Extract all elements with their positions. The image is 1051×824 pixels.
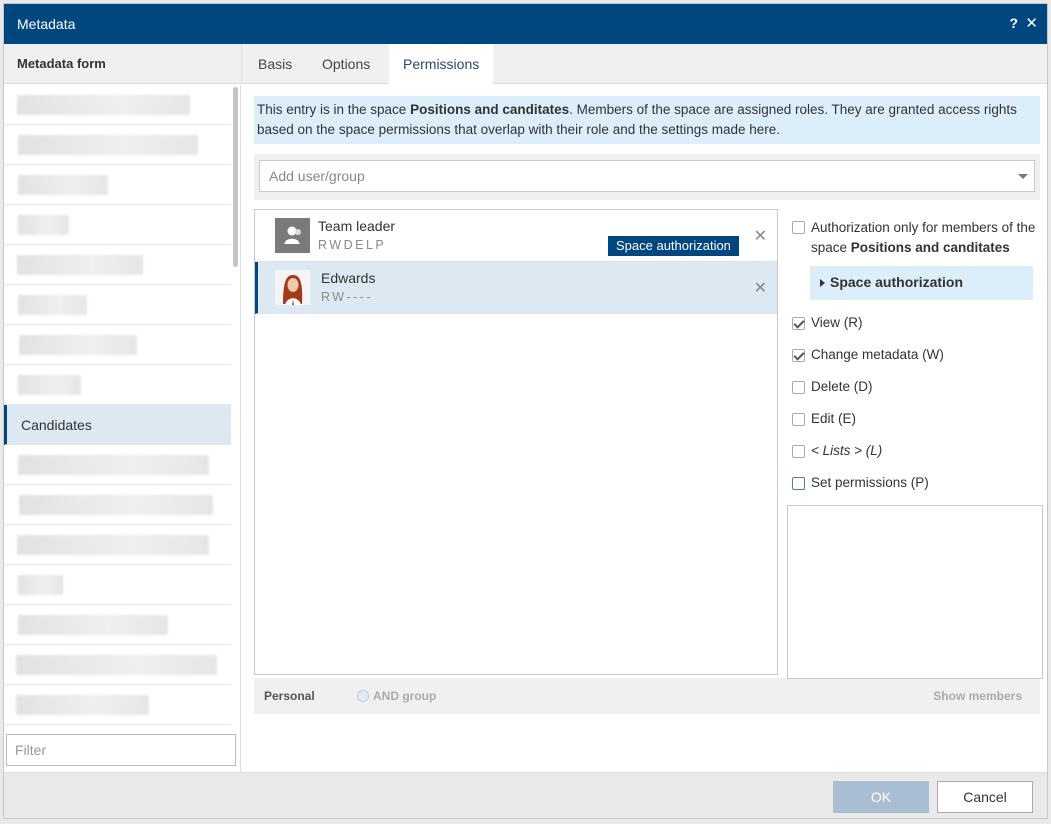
list-item[interactable] xyxy=(4,165,231,205)
caret-right-icon xyxy=(820,279,825,287)
avatar xyxy=(275,270,310,305)
change-metadata-label: Change metadata (W) xyxy=(811,347,944,362)
group-icon xyxy=(275,218,310,253)
edit-checkbox[interactable] xyxy=(792,413,805,426)
close-icon[interactable]: ✕ xyxy=(1025,14,1038,32)
list-item[interactable] xyxy=(4,125,231,165)
dialog-title: Metadata xyxy=(17,16,76,32)
list-item[interactable] xyxy=(4,245,231,285)
auth-only-members-label: Authorization only for members of the sp… xyxy=(811,218,1036,258)
edit-label: Edit (E) xyxy=(811,411,857,426)
list-item[interactable] xyxy=(4,525,231,565)
metadata-form-list-pane: Candidates xyxy=(4,85,241,772)
help-icon[interactable]: ? xyxy=(1009,15,1018,31)
pane-divider xyxy=(241,44,242,84)
title-bar: Metadata ? ✕ xyxy=(4,4,1047,44)
list-item[interactable] xyxy=(4,205,231,245)
user-group-list: Team leader RWDELP Space authorization ✕… xyxy=(254,209,778,675)
tab-options[interactable]: Options xyxy=(308,44,384,84)
list-item[interactable] xyxy=(4,445,231,485)
radio-icon xyxy=(357,690,369,702)
delete-checkbox[interactable] xyxy=(792,381,805,394)
user-list-footer: Personal AND group Show members xyxy=(254,678,1040,714)
list-item[interactable] xyxy=(4,485,231,525)
ok-button[interactable]: OK xyxy=(833,781,929,813)
remove-icon[interactable]: ✕ xyxy=(754,226,767,246)
space-authorization-label: Space authorization xyxy=(830,274,964,290)
set-permissions-checkbox[interactable] xyxy=(792,477,805,490)
metadata-form-list: Candidates xyxy=(4,85,231,725)
list-item[interactable] xyxy=(4,365,231,405)
auth-only-members-checkbox[interactable] xyxy=(792,221,805,234)
space-authorization-badge: Space authorization xyxy=(608,236,739,256)
metadata-dialog: Metadata ? ✕ Metadata form Basis Options… xyxy=(3,3,1048,819)
view-label: View (R) xyxy=(811,315,863,330)
list-item-label: Candidates xyxy=(21,417,92,433)
info-space-name: Positions and canditates xyxy=(410,102,570,117)
dialog-button-bar: OK Cancel xyxy=(4,772,1047,818)
list-item[interactable] xyxy=(4,605,231,645)
metadata-form-label: Metadata form xyxy=(17,56,106,71)
and-group-option[interactable]: AND group xyxy=(357,689,436,703)
add-user-group-input[interactable] xyxy=(259,160,1035,192)
user-rights: RWDELP xyxy=(318,238,387,252)
space-info-box: This entry is in the space Positions and… xyxy=(254,96,1040,144)
show-members-button[interactable]: Show members xyxy=(933,689,1022,703)
add-user-bar xyxy=(254,154,1040,200)
filter-input[interactable] xyxy=(6,734,236,766)
user-rights: RW---- xyxy=(321,290,374,304)
list-item[interactable] xyxy=(4,685,231,725)
user-name: Team leader xyxy=(318,218,396,234)
delete-label: Delete (D) xyxy=(811,379,873,394)
list-item[interactable] xyxy=(4,285,231,325)
user-row-team-leader[interactable]: Team leader RWDELP Space authorization ✕ xyxy=(255,210,777,262)
chevron-down-icon[interactable] xyxy=(1018,174,1028,179)
lists-label: < Lists > (L) xyxy=(811,443,883,458)
auth-only-space: Positions and canditates xyxy=(850,240,1010,255)
list-item-candidates[interactable]: Candidates xyxy=(4,405,231,445)
view-checkbox[interactable] xyxy=(792,317,805,330)
info-text-part1: This entry is in the space xyxy=(257,102,411,117)
list-item[interactable] xyxy=(4,85,231,125)
list-item[interactable] xyxy=(4,565,231,605)
list-item[interactable] xyxy=(4,645,231,685)
tab-bar: Metadata form Basis Options Permissions xyxy=(4,44,1047,85)
tab-permissions[interactable]: Permissions xyxy=(389,44,494,85)
user-name: Edwards xyxy=(321,270,376,286)
space-authorization-expander[interactable]: Space authorization xyxy=(810,266,1033,300)
tab-basis[interactable]: Basis xyxy=(244,44,306,84)
permissions-notes-box[interactable] xyxy=(787,505,1043,679)
set-permissions-label: Set permissions (P) xyxy=(811,475,929,490)
list-item[interactable] xyxy=(4,325,231,365)
change-metadata-checkbox[interactable] xyxy=(792,349,805,362)
lists-checkbox[interactable] xyxy=(792,445,805,458)
and-group-label: AND group xyxy=(373,689,437,703)
remove-icon[interactable]: ✕ xyxy=(754,278,767,298)
list-scrollbar[interactable] xyxy=(233,87,238,267)
personal-option[interactable]: Personal xyxy=(264,689,315,703)
cancel-button[interactable]: Cancel xyxy=(937,781,1033,813)
user-row-edwards[interactable]: Edwards RW---- ✕ xyxy=(255,262,777,314)
